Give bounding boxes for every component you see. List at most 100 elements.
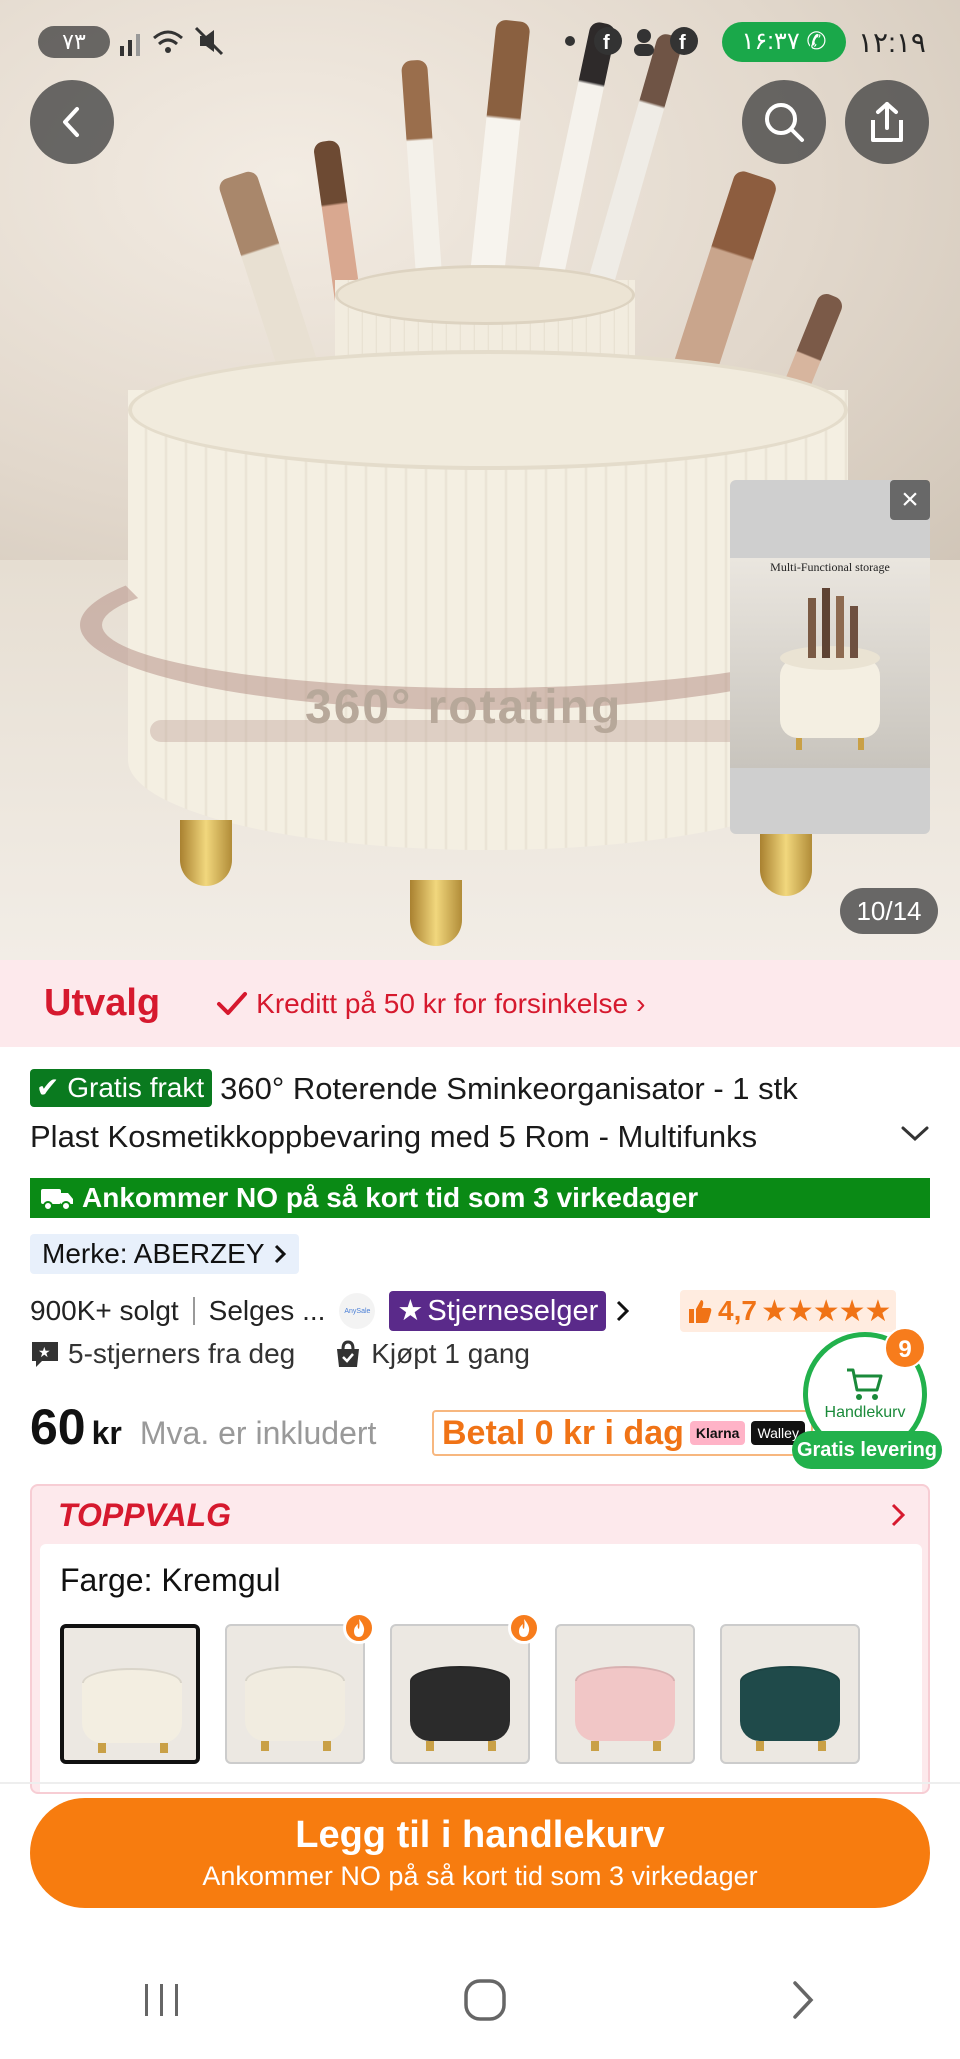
organizer-leg xyxy=(760,830,812,896)
delay-credit-link[interactable]: Kreditt på 50 kr for forsinkelse › xyxy=(216,988,645,1020)
pay-today-text: Betal 0 kr i dag xyxy=(442,1413,684,1452)
call-timer-text: ۱۶:۳۷ xyxy=(741,28,800,55)
back-nav-icon[interactable] xyxy=(783,1975,823,2025)
delay-credit-text: Kreditt på 50 kr for forsinkelse xyxy=(256,987,629,1019)
promo-title: Utvalg xyxy=(44,982,161,1024)
vat-note: Mva. er inkludert xyxy=(139,1415,377,1451)
promo-strip[interactable]: Utvalg Kreditt på 50 kr for forsinkelse … xyxy=(0,960,960,1047)
pay-later-box[interactable]: Betal 0 kr i dag Klarna Walley xyxy=(432,1410,813,1456)
review-purchase-row: ★ 5-stjerners fra deg Kjøpt 1 gang xyxy=(30,1338,530,1370)
top-pick-card: TOPPVALG Farge: Kremgul xyxy=(30,1484,930,1794)
mini-organizer-illustration xyxy=(780,588,880,750)
top-pick-header[interactable]: TOPPVALG xyxy=(32,1486,928,1544)
brand-text: Merke: ABERZEY xyxy=(42,1238,265,1269)
product-image-gallery[interactable]: 360° rotating ۷۳ f f ۱۶:۳۷ ✆ ۱۲:۱۹ Multi… xyxy=(0,0,960,960)
mini-video-player[interactable]: Multi-Functional storage xyxy=(730,480,930,834)
chevron-right-icon: › xyxy=(636,987,646,1019)
add-to-cart-sub: Ankommer NO på så kort tid som 3 virkeda… xyxy=(202,1861,758,1891)
organizer-inner-rim xyxy=(335,265,635,325)
star-rating-icons: ★★★★★ xyxy=(760,1294,891,1328)
color-swatch[interactable] xyxy=(390,1624,530,1764)
seller-logo-text: AnySale xyxy=(344,1307,371,1315)
product-title: ✔ Gratis frakt 360° Roterende Sminkeorga… xyxy=(30,1065,910,1161)
back-button[interactable] xyxy=(30,80,114,164)
chevron-right-icon[interactable] xyxy=(612,1298,634,1324)
delivery-banner: Ankommer NO på så kort tid som 3 virkeda… xyxy=(30,1178,930,1218)
rotation-label: 360° rotating xyxy=(305,681,623,734)
svg-text:f: f xyxy=(603,32,614,54)
recent-apps-icon[interactable] xyxy=(137,1980,187,2020)
star-icon: ★ xyxy=(397,1295,424,1327)
checkmark-icon: ✔ xyxy=(36,1072,60,1103)
thumbs-up-icon xyxy=(689,1300,712,1323)
organizer-leg xyxy=(410,880,462,946)
svg-text:f: f xyxy=(679,32,690,54)
flame-icon xyxy=(343,1612,375,1644)
cart-icon xyxy=(847,1368,883,1400)
divider xyxy=(0,1782,960,1784)
divider xyxy=(192,1297,195,1325)
image-counter: 10/14 xyxy=(840,888,938,934)
variant-selector: Farge: Kremgul xyxy=(40,1544,922,1792)
cart-count-badge: 9 xyxy=(884,1327,926,1369)
price-value: 60 xyxy=(30,1399,86,1455)
expand-title-button[interactable] xyxy=(900,1118,930,1152)
truck-icon xyxy=(41,1189,73,1211)
five-star-text: 5-stjerners fra deg xyxy=(68,1338,296,1369)
klarna-logo: Klarna xyxy=(689,1421,746,1445)
swatch-organizer-legs xyxy=(426,1741,496,1751)
price-currency: kr xyxy=(91,1415,122,1451)
color-swatch[interactable] xyxy=(60,1624,200,1764)
add-to-cart-button[interactable]: Legg til i handlekurv Ankommer NO på så … xyxy=(30,1798,930,1908)
seller-logo[interactable]: AnySale xyxy=(339,1293,376,1329)
mini-video-thumbnail xyxy=(730,558,930,768)
swatch-organizer-legs xyxy=(98,1743,168,1753)
organizer-rim xyxy=(128,350,848,470)
title-text-1: 360° Roterende Sminkeorganisator - 1 stk xyxy=(220,1071,798,1106)
add-to-cart-label: Legg til i handlekurv xyxy=(295,1814,665,1856)
color-swatch[interactable] xyxy=(225,1624,365,1764)
swatch-organizer-body xyxy=(245,1681,345,1741)
rating-value: 4,7 xyxy=(718,1295,757,1326)
free-shipping-badge: ✔ Gratis frakt xyxy=(30,1069,213,1107)
chevron-left-icon xyxy=(63,107,79,137)
chevron-right-icon xyxy=(891,1503,906,1527)
swatch-organizer-body xyxy=(575,1681,675,1741)
cart-label: Handlekurv xyxy=(824,1404,906,1421)
clock: ۱۲:۱۹ xyxy=(858,27,926,58)
chevron-down-icon xyxy=(901,1126,929,1142)
price-row: 60 kr Mva. er inkludert xyxy=(30,1398,376,1458)
mini-video-caption: Multi-Functional storage xyxy=(770,560,890,574)
search-button[interactable] xyxy=(742,80,826,164)
share-button[interactable] xyxy=(845,80,929,164)
swatch-organizer-legs xyxy=(591,1741,661,1751)
free-delivery-pill: Gratis levering xyxy=(792,1431,942,1469)
product-title-line1: ✔ Gratis frakt 360° Roterende Sminkeorga… xyxy=(30,1065,910,1113)
swatch-organizer-body xyxy=(740,1681,840,1741)
system-nav-bar xyxy=(0,1940,960,2059)
swatch-organizer-body xyxy=(410,1681,510,1741)
color-label: Farge: Kremgul xyxy=(60,1562,281,1598)
shopping-bag-icon xyxy=(337,1340,360,1367)
color-swatch[interactable] xyxy=(555,1624,695,1764)
sold-by[interactable]: Selges ... xyxy=(209,1295,326,1327)
bought-count: Kjøpt 1 gang xyxy=(371,1338,530,1369)
delivery-banner-text: Ankommer NO på så kort tid som 3 virkeda… xyxy=(82,1182,699,1213)
color-swatch[interactable] xyxy=(720,1624,860,1764)
notification-apps-icon: f f xyxy=(565,27,698,56)
star-seller-badge[interactable]: ★ Stjerneselger xyxy=(389,1291,607,1331)
chevron-right-icon xyxy=(274,1244,286,1264)
share-icon xyxy=(871,102,903,142)
sold-count: 900K+ solgt xyxy=(30,1295,179,1326)
signal-icon xyxy=(120,26,224,56)
call-timer: ۱۶:۳۷ ✆ xyxy=(722,22,846,62)
flame-icon xyxy=(508,1612,540,1644)
organizer-leg xyxy=(180,820,232,886)
home-icon[interactable] xyxy=(460,1975,510,2025)
signal-wifi-mute-icons xyxy=(118,24,228,65)
notification-icons: f f xyxy=(560,24,710,65)
close-mini-video-button[interactable]: × xyxy=(890,480,930,520)
brand-link[interactable]: Merke: ABERZEY xyxy=(30,1234,299,1274)
rating-chip[interactable]: 4,7 ★★★★★ xyxy=(680,1290,897,1332)
star-seller-text: Stjerneselger xyxy=(427,1295,599,1327)
